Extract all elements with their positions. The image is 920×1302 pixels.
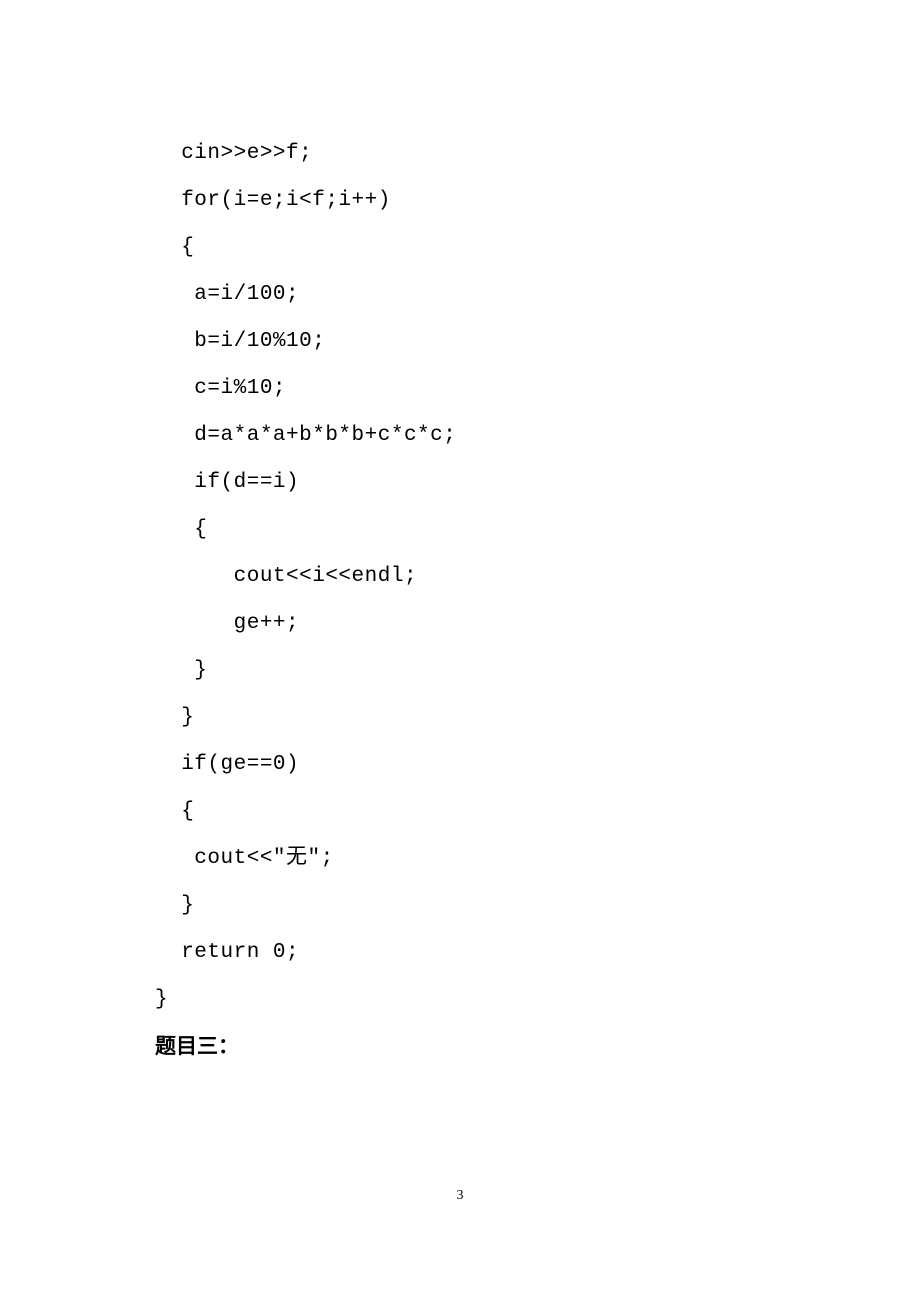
code-line: }: [155, 694, 775, 741]
code-line: cout<<i<<endl;: [155, 553, 775, 600]
code-line: }: [155, 976, 775, 1023]
page-content: cin>>e>>f; for(i=e;i<f;i++) { a=i/100; b…: [155, 130, 775, 1070]
code-line: {: [155, 788, 775, 835]
section-heading: 题目三：: [155, 1023, 775, 1070]
code-line: for(i=e;i<f;i++): [155, 177, 775, 224]
code-line: {: [155, 506, 775, 553]
code-line: cin>>e>>f;: [155, 130, 775, 177]
code-line: d=a*a*a+b*b*b+c*c*c;: [155, 412, 775, 459]
code-line: return 0;: [155, 929, 775, 976]
code-line: ge++;: [155, 600, 775, 647]
code-line: }: [155, 882, 775, 929]
code-line: {: [155, 224, 775, 271]
code-line: cout<<"无";: [155, 835, 775, 882]
code-line: c=i%10;: [155, 365, 775, 412]
code-line: if(ge==0): [155, 741, 775, 788]
page-number: 3: [0, 1188, 920, 1204]
code-line: if(d==i): [155, 459, 775, 506]
document-page: cin>>e>>f; for(i=e;i<f;i++) { a=i/100; b…: [0, 0, 920, 1302]
code-line: a=i/100;: [155, 271, 775, 318]
code-line: b=i/10%10;: [155, 318, 775, 365]
code-line: }: [155, 647, 775, 694]
